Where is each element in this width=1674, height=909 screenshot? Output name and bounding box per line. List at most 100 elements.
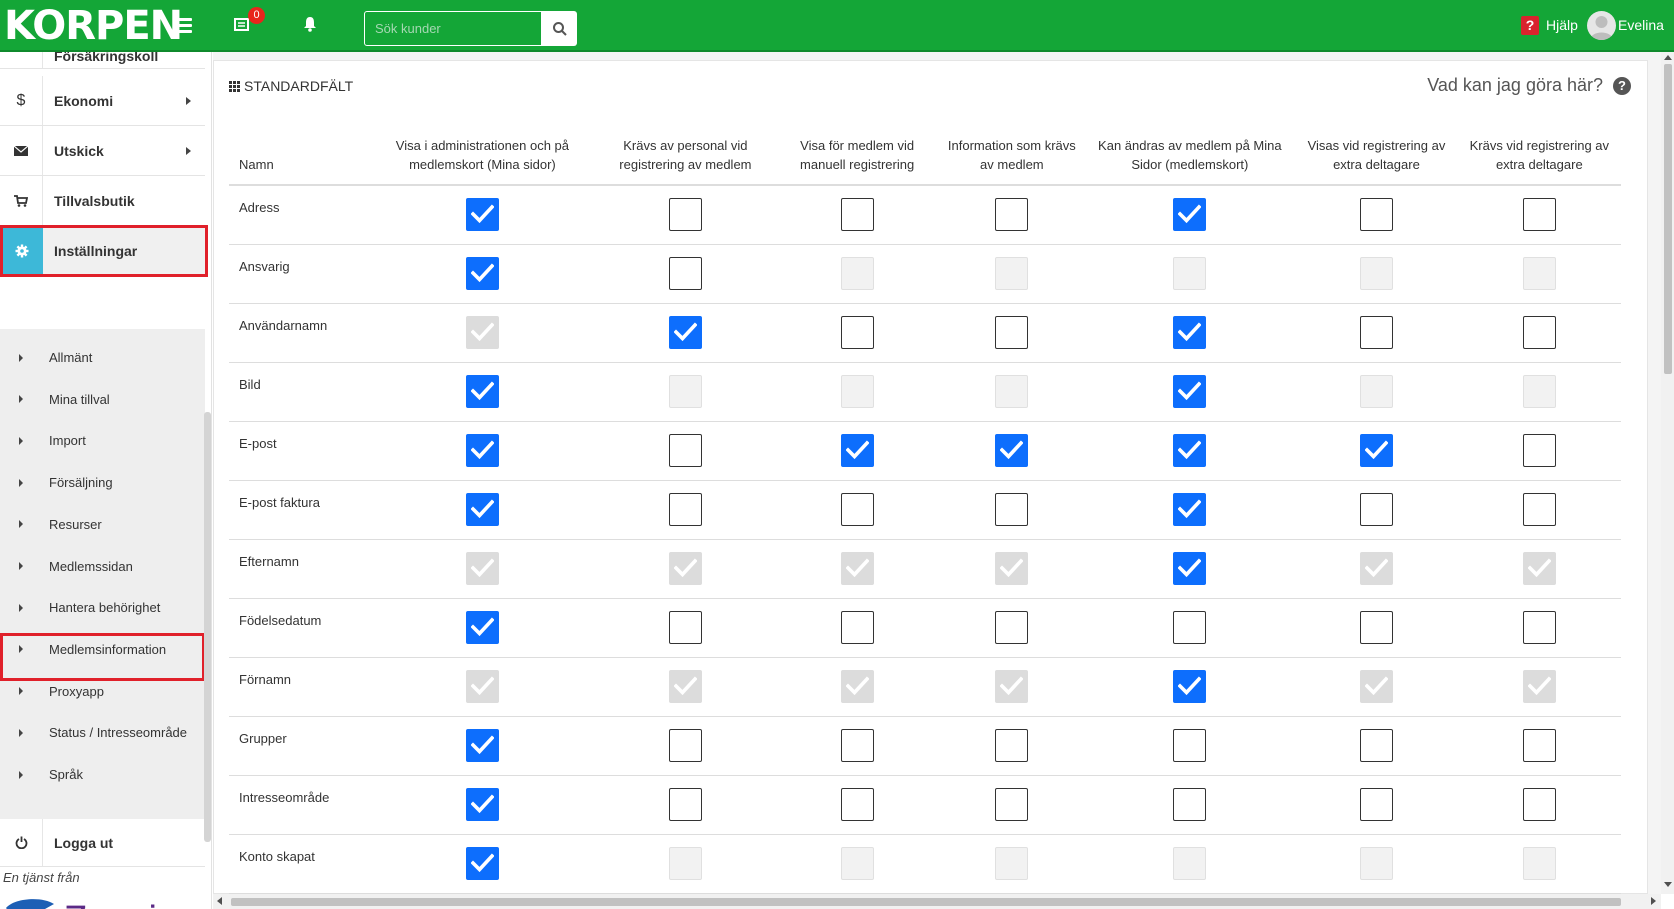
checkbox[interactable]	[1173, 729, 1207, 762]
horizontal-scrollbar-thumb[interactable]	[231, 898, 1621, 906]
bell-icon[interactable]	[302, 16, 318, 36]
checkbox[interactable]	[840, 729, 874, 762]
vertical-scrollbar-thumb[interactable]	[1664, 64, 1672, 374]
checkbox[interactable]	[668, 611, 702, 644]
checkbox[interactable]	[1173, 552, 1207, 585]
help-question-icon[interactable]: ?	[1521, 16, 1539, 35]
checkbox[interactable]	[995, 611, 1029, 644]
sidebar-subitem-mina-tillval[interactable]: Mina tillval	[0, 379, 205, 420]
scroll-left-icon[interactable]	[217, 897, 222, 905]
scroll-down-icon[interactable]	[1664, 882, 1672, 887]
checkbox[interactable]	[840, 198, 874, 232]
checkbox[interactable]	[840, 611, 874, 644]
checkbox[interactable]	[1359, 198, 1393, 232]
checkbox[interactable]	[1522, 788, 1556, 821]
checkbox[interactable]	[1173, 493, 1207, 526]
sidebar-subitem-allmänt[interactable]: Allmänt	[0, 337, 205, 378]
checkbox[interactable]	[1359, 611, 1393, 644]
user-name[interactable]: Evelina	[1618, 17, 1664, 33]
sidebar-item-installningar[interactable]: Inställningar	[0, 226, 205, 276]
checkbox[interactable]	[668, 788, 702, 821]
checkbox[interactable]	[465, 493, 499, 526]
sidebar-item-label: Logga ut	[54, 834, 114, 851]
cart-list-icon[interactable]	[234, 16, 250, 36]
checkbox	[995, 847, 1029, 880]
scroll-right-icon[interactable]	[1651, 897, 1656, 905]
checkbox[interactable]	[668, 316, 702, 349]
checkbox[interactable]	[668, 257, 702, 290]
table-cell	[1084, 303, 1296, 363]
checkbox[interactable]	[1522, 611, 1556, 644]
checkbox[interactable]	[1359, 493, 1393, 526]
sidebar-item-forsakringskoll[interactable]: Försäkringskoll	[0, 52, 205, 69]
checkbox[interactable]	[1359, 729, 1393, 762]
sidebar-item-logga-ut[interactable]: Logga ut	[0, 819, 205, 867]
checkbox[interactable]	[668, 198, 702, 232]
sidebar-item-ekonomi[interactable]: $ Ekonomi	[0, 76, 205, 126]
sidebar-item-tillvalsbutik[interactable]: Tillvalsbutik	[0, 176, 205, 226]
checkbox[interactable]	[995, 316, 1029, 349]
checkbox[interactable]	[840, 788, 874, 821]
checkbox[interactable]	[465, 611, 499, 644]
checkbox[interactable]	[1522, 729, 1556, 762]
checkbox[interactable]	[995, 434, 1029, 467]
checkbox[interactable]	[1173, 198, 1207, 232]
checkbox[interactable]	[668, 434, 702, 467]
checkbox[interactable]	[465, 375, 499, 408]
checkbox[interactable]	[995, 493, 1029, 526]
checkbox[interactable]	[1359, 316, 1393, 349]
checkbox[interactable]	[1522, 493, 1556, 526]
checkbox[interactable]	[1173, 434, 1207, 467]
checkbox[interactable]	[840, 434, 874, 467]
sidebar-item-utskick[interactable]: Utskick	[0, 126, 205, 176]
checkbox[interactable]	[465, 729, 499, 762]
checkbox[interactable]	[668, 729, 702, 762]
checkbox[interactable]	[1173, 788, 1207, 821]
question-circle-icon[interactable]: ?	[1613, 76, 1631, 95]
checkbox[interactable]	[1173, 375, 1207, 408]
sidebar-subitem-försäljning[interactable]: Försäljning	[0, 462, 205, 503]
checkbox[interactable]	[465, 198, 499, 232]
user-avatar[interactable]	[1587, 11, 1616, 40]
search-input[interactable]	[364, 11, 542, 46]
panel-help-text[interactable]: Vad kan jag göra här?	[1427, 75, 1603, 96]
sidebar-subitem-medlemsinformation[interactable]: Medlemsinformation	[0, 629, 205, 670]
checkbox[interactable]	[1359, 434, 1393, 467]
checkbox[interactable]	[465, 847, 499, 880]
sidebar-subitem-språk[interactable]: Språk	[0, 754, 205, 795]
sidebar-subitem-medlemssidan[interactable]: Medlemssidan	[0, 546, 205, 587]
checkbox[interactable]	[1173, 316, 1207, 349]
sidebar-subitem-import[interactable]: Import	[0, 420, 205, 461]
checkbox[interactable]	[995, 729, 1029, 762]
checkbox[interactable]	[465, 257, 499, 290]
search-button[interactable]	[542, 11, 577, 46]
sidebar-subitem-proxyapp[interactable]: Proxyapp	[0, 671, 205, 712]
horizontal-scrollbar[interactable]	[213, 894, 1661, 909]
checkbox[interactable]	[1522, 198, 1556, 232]
checkbox[interactable]	[995, 788, 1029, 821]
checkbox[interactable]	[1522, 316, 1556, 349]
checkbox[interactable]	[1173, 670, 1207, 703]
sidebar-scrollbar[interactable]	[204, 412, 211, 842]
checkbox	[1522, 670, 1556, 703]
checkbox[interactable]	[840, 316, 874, 349]
checkbox[interactable]	[465, 434, 499, 467]
checkbox[interactable]	[465, 788, 499, 821]
zoezi-logo[interactable]: Zoezi	[2, 890, 157, 909]
checkbox[interactable]	[840, 493, 874, 526]
checkbox[interactable]	[1522, 434, 1556, 467]
sidebar-subitem-resurser[interactable]: Resurser	[0, 504, 205, 545]
panel-help[interactable]: Vad kan jag göra här? ?	[1427, 75, 1631, 96]
table-cell	[774, 539, 940, 599]
sidebar-subitem-status-intresseområde[interactable]: Status / Intresseområde	[0, 712, 205, 753]
sidebar-subitem-hantera-behörighet[interactable]: Hantera behörighet	[0, 587, 205, 628]
vertical-scrollbar[interactable]	[1661, 52, 1674, 894]
checkbox[interactable]	[1173, 611, 1207, 644]
help-link[interactable]: Hjälp	[1546, 17, 1578, 33]
scroll-up-icon[interactable]	[1664, 55, 1672, 60]
checkbox[interactable]	[995, 198, 1029, 232]
hamburger-menu-icon[interactable]	[174, 18, 192, 33]
checkbox[interactable]	[1359, 788, 1393, 821]
checkbox[interactable]	[668, 493, 702, 526]
korpen-logo[interactable]: KORPEN	[4, 6, 183, 46]
